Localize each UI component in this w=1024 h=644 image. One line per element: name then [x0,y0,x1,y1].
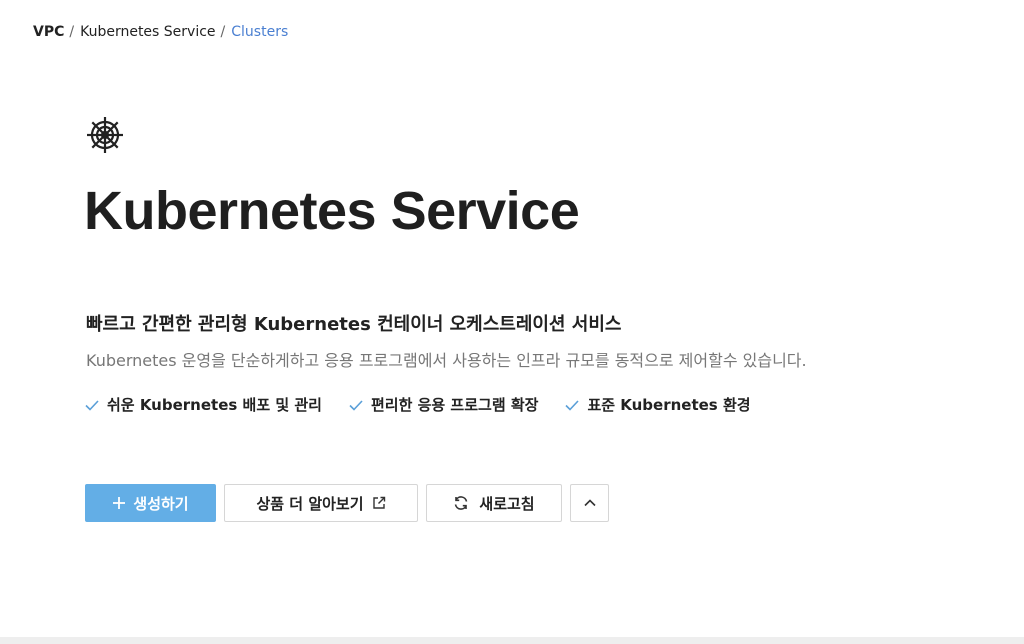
page-title: Kubernetes Service [84,181,580,241]
external-link-icon [372,496,385,509]
feature-item: 쉬운 Kubernetes 배포 및 관리 [84,394,322,415]
check-icon [349,399,363,411]
feature-item: 표준 Kubernetes 환경 [564,394,751,415]
breadcrumb: VPC / Kubernetes Service / Clusters [33,24,288,40]
chevron-up-icon [583,499,596,507]
learn-more-button[interactable]: 상품 더 알아보기 [224,484,418,522]
helm-wheel-icon [85,115,125,155]
page: VPC / Kubernetes Service / Clusters Kube… [0,0,1024,644]
service-description: Kubernetes 운영을 단순하게하고 응용 프로그램에서 사용하는 인프라… [86,351,807,370]
check-icon [565,399,580,411]
feature-list: 쉬운 Kubernetes 배포 및 관리 편리한 응용 프로그램 확장 표준 … [84,394,751,415]
refresh-icon [455,496,468,510]
collapse-button[interactable] [570,484,609,522]
learn-more-button-label: 상품 더 알아보기 [256,494,364,513]
breadcrumb-separator: / [220,24,226,40]
breadcrumb-separator: / [69,24,75,40]
feature-label: 쉬운 Kubernetes 배포 및 관리 [107,396,322,414]
feature-label: 편리한 응용 프로그램 확장 [370,396,539,414]
service-subtitle: 빠르고 간편한 관리형 Kubernetes 컨테이너 오케스트레이션 서비스 [86,314,622,335]
create-button-label: 생성하기 [133,494,189,513]
refresh-button-label: 새로고침 [479,494,535,513]
breadcrumb-vpc[interactable]: VPC [33,24,64,40]
bottom-divider [0,637,1024,644]
create-button[interactable]: 생성하기 [85,484,216,522]
feature-label: 표준 Kubernetes 환경 [587,396,751,414]
plus-icon [113,497,126,509]
breadcrumb-clusters[interactable]: Clusters [231,24,288,40]
action-bar: 생성하기 상품 더 알아보기 새로고침 [85,484,609,522]
breadcrumb-kubernetes-service[interactable]: Kubernetes Service [80,24,215,40]
refresh-button[interactable]: 새로고침 [426,484,562,522]
feature-item: 편리한 응용 프로그램 확장 [348,394,538,415]
check-icon [85,399,99,411]
